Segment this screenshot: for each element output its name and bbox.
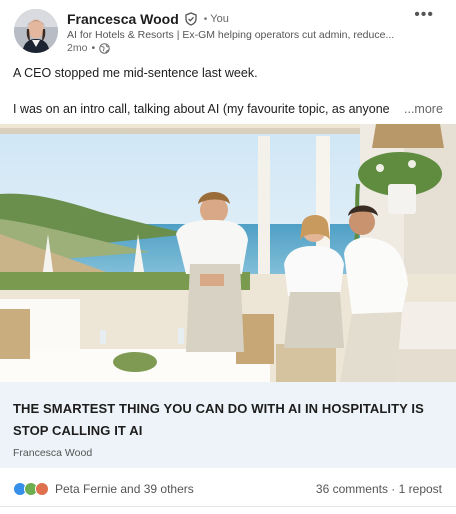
article-title[interactable]: THE SMARTEST THING YOU CAN DO WITH AI IN…	[13, 398, 438, 442]
article-preview[interactable]: THE SMARTEST THING YOU CAN DO WITH AI IN…	[0, 382, 456, 468]
article-author: Francesca Wood	[13, 447, 93, 459]
reactions-summary[interactable]: Peta Fernie and 39 others	[13, 482, 194, 496]
divider	[0, 506, 456, 507]
separator-dot: ·	[391, 482, 396, 496]
see-more-link[interactable]: ...more	[400, 102, 443, 116]
more-horizontal-icon[interactable]: •••	[414, 6, 434, 24]
author-headline: AI for Hotels & Resorts | Ex-GM helping …	[67, 29, 395, 41]
author-avatar[interactable]	[14, 9, 58, 53]
author-name-row: Francesca Wood • You	[67, 10, 229, 28]
love-icon	[35, 482, 49, 496]
post-card: Francesca Wood • You AI for Hotels & Res…	[0, 0, 456, 514]
post-time: 2mo	[67, 42, 88, 54]
engagement-counts: 36 comments · 1 repost	[316, 482, 442, 496]
post-meta: 2mo •	[67, 42, 110, 54]
post-text-line2: I was on an intro call, talking about AI…	[13, 102, 390, 116]
post-text-line1: A CEO stopped me mid-sentence last week.	[13, 66, 258, 80]
author-name[interactable]: Francesca Wood	[67, 11, 179, 27]
comments-count[interactable]: 36 comments	[316, 482, 388, 496]
article-cover-image[interactable]	[0, 124, 456, 382]
separator-dot: •	[91, 42, 96, 54]
reactors-text[interactable]: Peta Fernie and 39 others	[55, 482, 194, 496]
reposts-count[interactable]: 1 repost	[399, 482, 442, 496]
globe-icon	[99, 42, 110, 54]
separator-dot: •	[203, 13, 208, 25]
verified-shield-icon	[184, 12, 198, 26]
relation-label: You	[210, 13, 229, 25]
